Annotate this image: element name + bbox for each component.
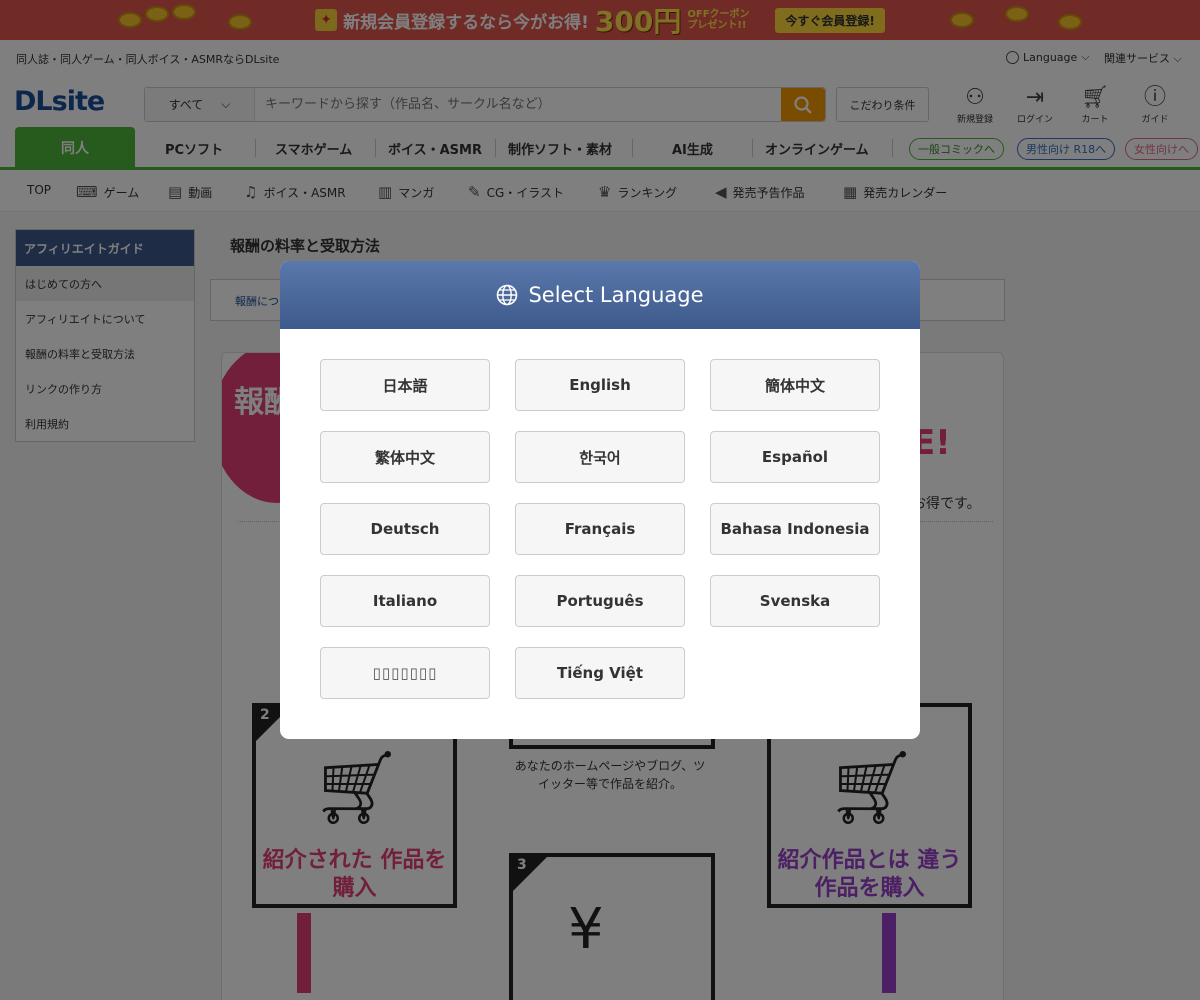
lang-option-japanese[interactable]: 日本語 — [320, 359, 490, 411]
lang-option-thai[interactable]: ▯▯▯▯▯▯▯ — [320, 647, 490, 699]
lang-option-english[interactable]: English — [515, 359, 685, 411]
globe-icon — [497, 284, 518, 306]
lang-option-german[interactable]: Deutsch — [320, 503, 490, 555]
language-modal: Select Language 日本語 English 簡体中文 繁体中文 한국… — [280, 261, 920, 739]
lang-option-indonesian[interactable]: Bahasa Indonesia — [710, 503, 880, 555]
lang-option-traditional-chinese[interactable]: 繁体中文 — [320, 431, 490, 483]
modal-title: Select Language — [528, 283, 704, 307]
lang-option-french[interactable]: Français — [515, 503, 685, 555]
lang-option-swedish[interactable]: Svenska — [710, 575, 880, 627]
modal-header: Select Language — [280, 261, 920, 329]
lang-option-portuguese[interactable]: Português — [515, 575, 685, 627]
lang-option-korean[interactable]: 한국어 — [515, 431, 685, 483]
lang-option-italian[interactable]: Italiano — [320, 575, 490, 627]
lang-option-spanish[interactable]: Español — [710, 431, 880, 483]
lang-option-simplified-chinese[interactable]: 簡体中文 — [710, 359, 880, 411]
lang-option-vietnamese[interactable]: Tiếng Việt — [515, 647, 685, 699]
